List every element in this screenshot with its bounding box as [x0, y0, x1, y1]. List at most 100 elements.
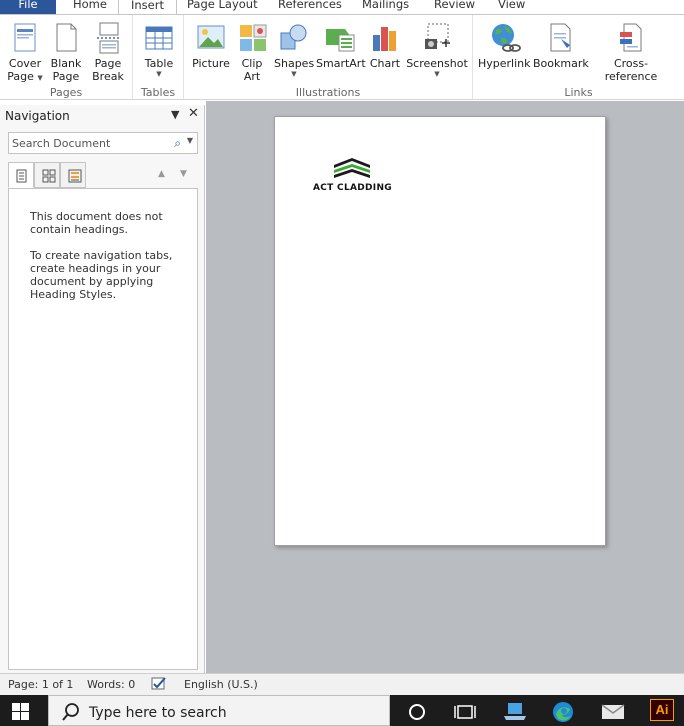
close-icon[interactable]: ✕: [188, 106, 199, 121]
tab-browse-pages[interactable]: [34, 162, 60, 188]
page-break-button[interactable]: Page Break: [88, 21, 128, 83]
page-break-label-1: Page: [94, 57, 122, 70]
windows-start-icon[interactable]: [12, 703, 32, 721]
cross-reference-icon: [614, 21, 648, 55]
cross-reference-button[interactable]: Cross-reference: [589, 21, 673, 83]
cover-page-icon: [8, 21, 42, 55]
chart-label: Chart: [369, 57, 401, 70]
cover-page-label-1: Cover: [8, 57, 42, 70]
tab-references[interactable]: References: [278, 0, 342, 15]
table-icon: [142, 21, 176, 55]
tab-insert[interactable]: Insert: [118, 0, 177, 15]
document-page[interactable]: ACT CLADDING: [274, 116, 606, 546]
windows-taskbar: Type here to search Ai: [0, 695, 684, 726]
clip-art-label-1: Clip: [241, 57, 263, 70]
navigation-content: This document does not contain headings.…: [8, 188, 198, 670]
message-line: This document does not: [30, 210, 163, 223]
search-input[interactable]: Search Document ⌕ ▼: [8, 132, 198, 154]
blank-page-label-1: Blank: [50, 57, 82, 70]
tab-view[interactable]: View: [498, 0, 525, 15]
page-break-label-2: Break: [92, 70, 124, 83]
group-label-illustrations: Illustrations: [295, 86, 361, 99]
message-line: document by applying: [30, 275, 154, 288]
smartart-icon: [323, 21, 357, 55]
clip-art-button[interactable]: Clip Art: [236, 21, 268, 83]
globe-link-icon: [487, 21, 521, 55]
results-icon: [68, 169, 82, 183]
page-break-icon: [91, 21, 125, 55]
pane-options-icon[interactable]: ▼: [171, 108, 179, 121]
search-placeholder: Search Document: [12, 137, 111, 150]
tab-page-layout[interactable]: Page Layout: [187, 0, 258, 15]
chart-icon: [368, 21, 402, 55]
message-line: To create navigation tabs,: [30, 249, 173, 262]
laptop-app-icon[interactable]: [502, 699, 528, 723]
cross-reference-label: Cross-reference: [604, 57, 658, 83]
group-tables: Table ▼ Tables: [133, 15, 184, 100]
cover-page-label-2: Page ▼: [4, 70, 46, 83]
ribbon-tab-bar: File Home Insert Page Layout References …: [0, 0, 684, 15]
taskbar-search-placeholder: Type here to search: [89, 705, 227, 721]
picture-label: Picture: [192, 57, 230, 70]
clip-art-icon: [236, 21, 270, 55]
language-indicator[interactable]: English (U.S.): [184, 678, 258, 691]
previous-arrow-icon[interactable]: ▲: [158, 169, 165, 179]
hyperlink-label: Hyperlink: [478, 57, 531, 70]
message-line: contain headings.: [30, 223, 129, 236]
shapes-icon: [277, 21, 311, 55]
edge-browser-icon[interactable]: [550, 699, 576, 723]
tab-browse-headings[interactable]: [8, 162, 34, 188]
tab-home[interactable]: Home: [73, 0, 107, 15]
tab-file[interactable]: File: [0, 0, 56, 15]
screenshot-button[interactable]: Screenshot ▼: [406, 21, 468, 78]
group-illustrations: Picture Clip Art Shapes ▼ SmartArt Chart…: [184, 15, 473, 100]
shapes-button[interactable]: Shapes ▼: [274, 21, 314, 78]
tab-browse-results[interactable]: [60, 162, 86, 188]
task-view-icon[interactable]: [452, 699, 478, 723]
no-headings-message: This document does not contain headings.: [30, 210, 180, 236]
blank-page-label-2: Page: [52, 70, 80, 83]
tab-mailings[interactable]: Mailings: [362, 0, 409, 15]
navigation-view-tabs: ▲ ▼: [8, 162, 198, 190]
picture-button[interactable]: Picture: [190, 21, 232, 70]
chevron-down-icon: ▼: [156, 70, 162, 78]
search-icon: [62, 703, 79, 721]
taskbar-search-input[interactable]: Type here to search: [48, 695, 390, 726]
blank-page-button[interactable]: Blank Page: [48, 21, 84, 83]
group-pages: Cover Page ▼ Blank Page Page Break Pages: [0, 15, 133, 100]
picture-icon: [194, 21, 228, 55]
screenshot-label: Screenshot: [406, 57, 468, 70]
logo-text: ACT CLADDING: [313, 183, 392, 193]
mail-icon[interactable]: [600, 699, 626, 723]
bookmark-icon: [543, 21, 577, 55]
status-bar: Page: 1 of 1 Words: 0 English (U.S.): [0, 673, 684, 695]
navigation-title: Navigation: [5, 109, 70, 123]
chevron-down-icon: ▼: [291, 70, 297, 78]
page-count[interactable]: Page: 1 of 1: [8, 678, 73, 691]
word-count[interactable]: Words: 0: [87, 678, 135, 691]
illustrator-app-icon[interactable]: Ai: [650, 699, 674, 721]
search-icon[interactable]: ⌕: [174, 136, 181, 151]
shapes-label: Shapes: [274, 57, 315, 70]
cortana-icon[interactable]: [404, 699, 430, 723]
group-links: Hyperlink Bookmark Cross-reference Links: [473, 15, 684, 100]
cover-page-button[interactable]: Cover Page ▼: [4, 21, 46, 83]
hyperlink-button[interactable]: Hyperlink: [478, 21, 531, 70]
table-label: Table: [144, 57, 174, 70]
smartart-button[interactable]: SmartArt: [316, 21, 366, 70]
pages-thumbnail-icon: [42, 169, 56, 183]
blank-page-icon: [49, 21, 83, 55]
act-cladding-logo: ACT CLADDING: [313, 155, 403, 195]
chevron-down-icon[interactable]: ▼: [187, 136, 193, 145]
table-button[interactable]: Table ▼: [139, 21, 179, 78]
bookmark-button[interactable]: Bookmark: [533, 21, 589, 70]
logo-graphic: [334, 158, 370, 178]
screenshot-icon: [420, 21, 454, 55]
group-label-tables: Tables: [140, 86, 176, 99]
proofing-icon[interactable]: [150, 676, 168, 695]
next-arrow-icon[interactable]: ▼: [180, 169, 187, 179]
tab-review[interactable]: Review: [434, 0, 475, 15]
clip-art-label-2: Art: [243, 70, 261, 83]
navigation-pane: Navigation ▼ ✕ Search Document ⌕ ▼ ▲ ▼ T…: [0, 105, 205, 673]
chart-button[interactable]: Chart: [366, 21, 404, 70]
